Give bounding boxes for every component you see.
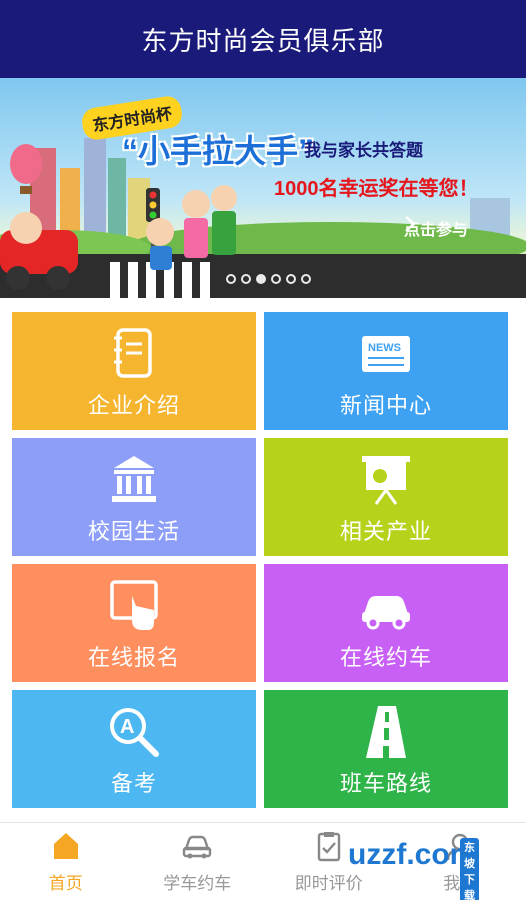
tile-company-intro[interactable]: 企业介绍 xyxy=(12,312,256,430)
notebook-icon xyxy=(104,324,164,384)
nav-label: 学车约车 xyxy=(163,874,232,893)
tile-online-signup[interactable]: 在线报名 xyxy=(12,564,256,682)
watermark-logo: uzzf.com 东坡下载 xyxy=(348,838,479,900)
tile-label: 新闻中心 xyxy=(339,393,432,418)
feature-grid: 企业介绍 NEWS 新闻中心 校园生活 相关产业 在线报名 在线约车 A 备考 xyxy=(12,312,508,808)
tile-news-center[interactable]: NEWS 新闻中心 xyxy=(264,312,508,430)
carousel-dot[interactable] xyxy=(286,274,296,284)
tile-exam-prep[interactable]: A 备考 xyxy=(12,690,256,808)
search-a-icon: A xyxy=(104,702,164,762)
presentation-board-icon xyxy=(356,450,416,510)
nav-driving-booking[interactable]: 学车约车 xyxy=(132,823,264,900)
watermark-text: uzzf.com xyxy=(348,838,477,871)
promo-banner[interactable]: 东方时尚杯 “小手拉大手” 我与家长共答题 1000名幸运奖在等您！ 点击参与 xyxy=(0,78,526,298)
clipboard-check-icon xyxy=(317,832,340,862)
svg-text:NEWS: NEWS xyxy=(368,342,401,354)
car-icon xyxy=(356,576,416,636)
carousel-dot[interactable] xyxy=(271,274,281,284)
tile-label: 班车路线 xyxy=(339,771,432,796)
campus-building-icon xyxy=(104,450,164,510)
banner-prize-text: 1000名幸运奖在等您！ xyxy=(274,178,479,200)
nav-label: 即时评价 xyxy=(294,874,363,893)
svg-text:A: A xyxy=(120,716,134,738)
tile-related-industry[interactable]: 相关产业 xyxy=(264,438,508,556)
nav-home[interactable]: 首页 xyxy=(0,823,132,900)
watermark-tag: 东坡下载 xyxy=(460,838,479,900)
carousel-dots[interactable] xyxy=(226,274,311,284)
tile-label: 备考 xyxy=(110,771,157,796)
carousel-dot[interactable] xyxy=(226,274,236,284)
tile-label: 在线报名 xyxy=(87,645,180,670)
carousel-dot[interactable] xyxy=(241,274,251,284)
banner-join-link[interactable]: 点击参与 xyxy=(404,216,472,240)
banner-subtitle: 我与家长共答题 xyxy=(304,141,423,160)
tile-label: 相关产业 xyxy=(339,519,432,544)
nav-label: 首页 xyxy=(48,874,83,893)
road-icon xyxy=(356,702,416,762)
tile-campus-life[interactable]: 校园生活 xyxy=(12,438,256,556)
carousel-dot[interactable] xyxy=(256,274,266,284)
page-title: 东方时尚会员俱乐部 xyxy=(141,25,385,56)
tile-shuttle-routes[interactable]: 班车路线 xyxy=(264,690,508,808)
car-outline-icon xyxy=(183,835,212,859)
tile-label: 企业介绍 xyxy=(87,393,180,418)
touch-screen-icon xyxy=(104,576,164,636)
tile-label: 校园生活 xyxy=(87,519,180,544)
carousel-dot[interactable] xyxy=(301,274,311,284)
app-header: 东方时尚会员俱乐部 xyxy=(0,0,526,78)
banner-headline: “小手拉大手” xyxy=(122,133,315,169)
home-icon xyxy=(53,833,78,859)
tile-online-booking[interactable]: 在线约车 xyxy=(264,564,508,682)
tile-label: 在线约车 xyxy=(339,645,432,670)
news-icon: NEWS xyxy=(356,324,416,384)
